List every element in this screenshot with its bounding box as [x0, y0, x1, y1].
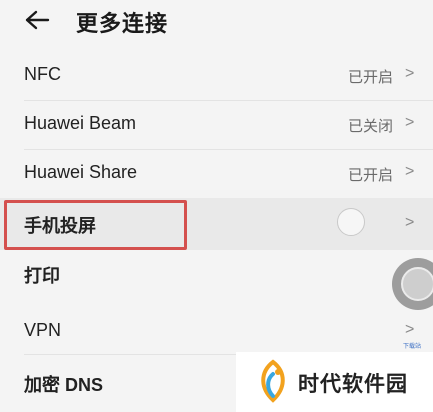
row-label: NFC	[24, 64, 61, 84]
row-label: 加密 DNS	[24, 375, 104, 395]
back-arrow-icon[interactable]	[24, 9, 50, 31]
row-label: VPN	[24, 320, 62, 340]
leaf-logo-icon	[261, 359, 285, 403]
corner-label: 下载站	[403, 344, 422, 350]
settings-row-huawei-beam[interactable]: Huawei Beam 已关闭 >	[0, 101, 433, 147]
chevron-right-icon: >	[405, 114, 415, 131]
row-status: 已开启	[347, 69, 393, 86]
touch-indicator	[337, 208, 365, 236]
chevron-right-icon: >	[405, 321, 415, 338]
chevron-right-icon: >	[405, 65, 415, 82]
row-status: 已关闭	[347, 118, 393, 135]
row-label: 打印	[24, 266, 60, 286]
top-bar: 更多连接	[0, 0, 433, 44]
highlight-box	[4, 200, 187, 250]
row-label: Huawei Beam	[24, 113, 137, 133]
chevron-right-icon: >	[405, 214, 415, 231]
watermark-text: 时代软件园	[298, 373, 408, 396]
floating-assistive-button[interactable]	[392, 258, 433, 310]
row-label: Huawei Share	[24, 162, 138, 182]
chevron-right-icon: >	[405, 163, 415, 180]
page-title: 更多连接	[76, 11, 169, 36]
settings-row-nfc[interactable]: NFC 已开启 >	[0, 52, 433, 98]
settings-row-print[interactable]: 打印	[0, 252, 433, 298]
row-status: 已开启	[347, 167, 393, 184]
settings-row-vpn[interactable]: VPN >	[0, 306, 433, 352]
settings-row-huawei-share[interactable]: Huawei Share 已开启 >	[0, 150, 433, 196]
watermark: 时代软件园	[236, 352, 433, 412]
